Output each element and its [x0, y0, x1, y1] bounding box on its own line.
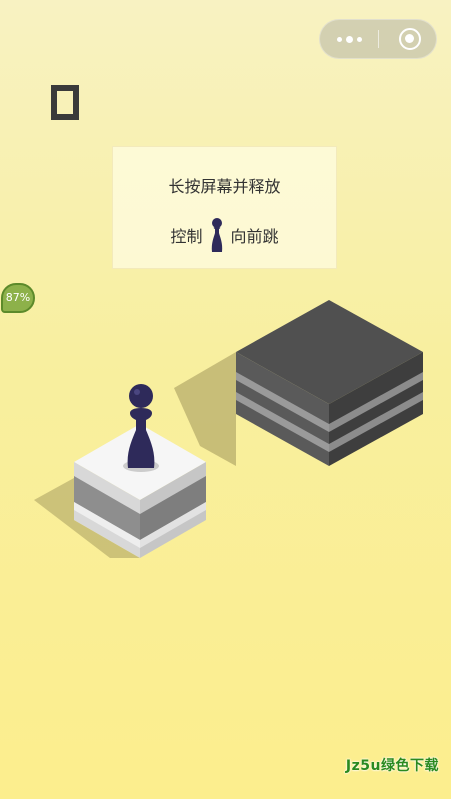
mini-program-capsule	[319, 19, 437, 59]
guide-jump-text: 向前跳	[230, 227, 279, 246]
dark-block	[236, 300, 423, 466]
more-dots-icon[interactable]	[320, 20, 378, 58]
target-circle-icon[interactable]	[399, 28, 421, 50]
progress-text: 87%	[1, 283, 35, 313]
player-piece[interactable]	[123, 384, 159, 472]
guide-control-text: 控制	[170, 227, 203, 246]
capsule-divider	[378, 30, 379, 48]
guide-line-1: 长按屏幕并释放	[168, 177, 281, 196]
load-progress-badge: 87%	[1, 283, 37, 315]
guide-panel: 长按屏幕并释放 控制 向前跳	[112, 146, 337, 269]
watermark: Jz5u绿色下载	[345, 758, 439, 774]
dark-block-shadow	[174, 352, 236, 466]
score: 0	[51, 85, 79, 120]
guide-line-2: 控制 向前跳	[113, 217, 336, 253]
mini-piece-icon	[211, 218, 222, 252]
